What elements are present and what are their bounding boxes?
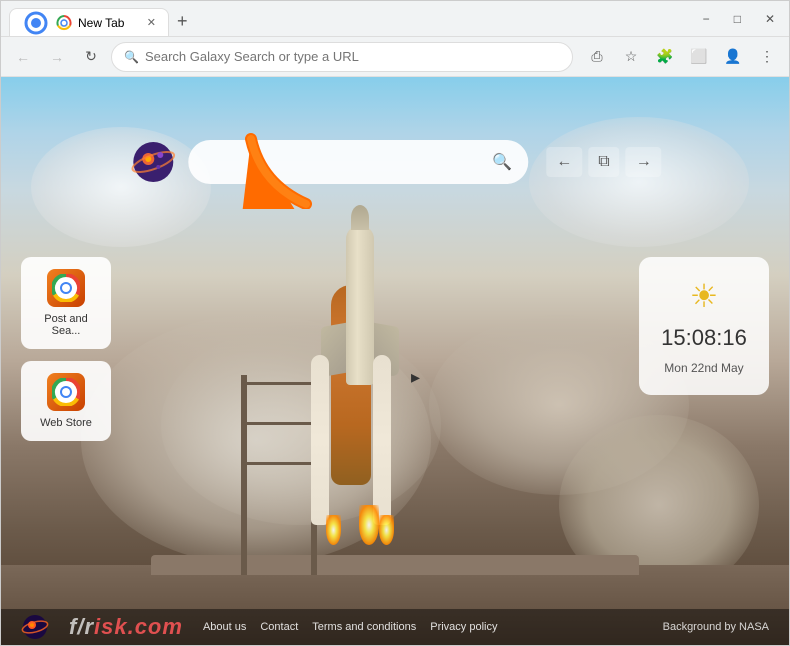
address-bar-row: ← → ↻ 🔍 ⎙ ☆ 🧩 ⬜ 👤 ⋮ (1, 37, 789, 77)
shortcut-post-and-sea[interactable]: Post and Sea... (21, 257, 111, 349)
footer-logo-svg (21, 613, 49, 641)
tower-left (241, 375, 247, 575)
shortcuts-panel: Post and Sea... Web Store (21, 257, 111, 441)
browser-content: 🔍 ← ⧉ → (1, 77, 789, 645)
tower-beam-1 (241, 462, 317, 465)
tab-favicon (22, 9, 50, 37)
flame-left (326, 515, 341, 545)
tower-beam-3 (241, 382, 317, 385)
bookmark-button[interactable]: ☆ (617, 43, 645, 71)
sun-icon: ☀ (690, 277, 719, 315)
flame-center (359, 505, 379, 545)
maximize-button[interactable]: □ (728, 10, 747, 28)
search-nav-pages[interactable]: ⧉ (588, 147, 619, 177)
extensions-button[interactable]: 🧩 (651, 43, 679, 71)
srb-right (373, 355, 391, 525)
tab-favicon-chrome (56, 15, 72, 31)
shuttle-nose (351, 205, 369, 230)
srb-left (311, 355, 329, 525)
flame-right (379, 515, 394, 545)
footer-bar: f/risk.com About us Contact Terms and co… (1, 609, 789, 645)
reload-button[interactable]: ↻ (77, 43, 105, 71)
footer-brand-colored: isk.com (94, 614, 183, 639)
shortcut-label-webstore: Web Store (40, 417, 92, 429)
clock-date: Mon 22nd May (664, 361, 743, 375)
footer-link-privacy[interactable]: Privacy policy (430, 621, 497, 633)
address-input[interactable] (145, 49, 560, 64)
shortcut-icon-chrome (47, 269, 85, 307)
search-nav-right[interactable]: → (626, 147, 662, 177)
footer-logo (21, 613, 49, 641)
clock-widget: ☀ 15:08:16 Mon 22nd May (639, 257, 769, 395)
galaxy-search-box[interactable]: 🔍 (188, 140, 528, 184)
galaxy-search-button[interactable]: 🔍 (492, 152, 512, 172)
forward-button[interactable]: → (43, 43, 71, 71)
window-controls: − □ ✕ (697, 10, 781, 28)
footer-link-terms[interactable]: Terms and conditions (312, 621, 416, 633)
orange-arrow-svg (241, 129, 321, 209)
shuttle-orbiter (346, 225, 374, 385)
chrome-logo-svg-2 (52, 378, 80, 406)
search-overlay: 🔍 ← ⧉ → (128, 137, 661, 187)
toolbar-extras: ⎙ ☆ 🧩 ⬜ 👤 ⋮ (583, 43, 781, 71)
footer-links: About us Contact Terms and conditions Pr… (203, 621, 498, 633)
active-tab[interactable]: New Tab ✕ (9, 8, 169, 36)
address-bar[interactable]: 🔍 (111, 42, 573, 72)
footer-link-contact[interactable]: Contact (260, 621, 298, 633)
tab-close-button[interactable]: ✕ (147, 16, 156, 29)
address-search-icon: 🔍 (124, 50, 139, 64)
search-nav-arrows: ← ⧉ → (546, 147, 661, 177)
title-bar: New Tab ✕ + − □ ✕ (1, 1, 789, 37)
shortcut-web-store[interactable]: Web Store (21, 361, 111, 441)
footer-nasa-credit: Background by NASA (663, 621, 769, 633)
new-tab-button[interactable]: + (169, 7, 196, 36)
profile-button[interactable]: 👤 (719, 43, 747, 71)
share-button[interactable]: ⎙ (583, 43, 611, 71)
launch-platform (151, 555, 639, 575)
close-button[interactable]: ✕ (759, 10, 781, 28)
clock-time: 15:08:16 (661, 325, 747, 351)
chrome-logo-svg (52, 274, 80, 302)
galaxy-logo (128, 137, 178, 187)
search-nav-left[interactable]: ← (546, 147, 582, 177)
menu-button[interactable]: ⋮ (753, 43, 781, 71)
footer-link-about[interactable]: About us (203, 621, 246, 633)
galaxy-logo-svg (128, 137, 178, 187)
minimize-button[interactable]: − (697, 10, 716, 28)
shortcut-label-post: Post and Sea... (37, 313, 95, 337)
back-button[interactable]: ← (9, 43, 37, 71)
orange-arrow-indicator (241, 129, 321, 214)
tab-bar: New Tab ✕ + (9, 1, 196, 36)
window-button[interactable]: ⬜ (685, 43, 713, 71)
browser-window: New Tab ✕ + − □ ✕ ← → ↻ 🔍 ⎙ ☆ 🧩 ⬜ 👤 ⋮ (0, 0, 790, 646)
shortcut-icon-chrome-2 (47, 373, 85, 411)
tower-beam-2 (241, 422, 317, 425)
tab-title: New Tab (78, 16, 124, 30)
footer-brand: f/risk.com (69, 614, 183, 640)
